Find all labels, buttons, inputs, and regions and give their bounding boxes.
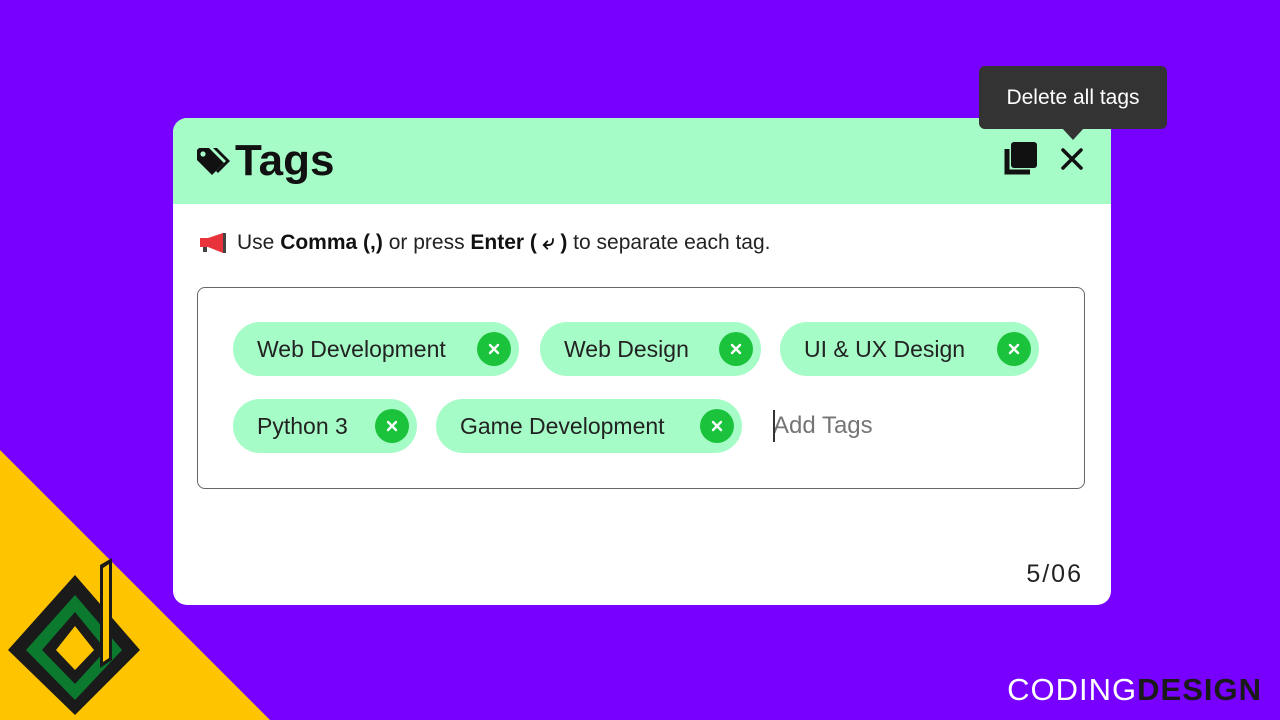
- megaphone-icon: [200, 233, 226, 253]
- delete-all-tooltip: Delete all tags: [979, 66, 1167, 129]
- tag-chip: Web Development: [233, 322, 519, 376]
- tooltip-arrow: [1062, 128, 1084, 140]
- remove-tag-icon[interactable]: [719, 332, 753, 366]
- instruction-text-3: to separate each tag.: [567, 231, 771, 254]
- close-icon[interactable]: [1059, 146, 1085, 172]
- brand-wordmark: CODINGDESIGN: [1007, 672, 1262, 708]
- card-header: Tags: [173, 118, 1111, 204]
- instruction-comma: Comma (,): [280, 231, 383, 254]
- tags-card: Tags Use Comma (,) or press Enter ( ⤶ ) …: [173, 118, 1111, 605]
- tag-label: Game Development: [460, 412, 665, 439]
- remove-tag-icon[interactable]: [997, 332, 1031, 366]
- copy-icon[interactable]: [1001, 140, 1039, 178]
- tag-input-box[interactable]: Web Development Web Design UI & UX Desig…: [197, 287, 1085, 489]
- add-tags-input[interactable]: [773, 406, 973, 446]
- brand-part-1: CODING: [1007, 672, 1138, 707]
- instruction-text-1: Use: [237, 231, 281, 254]
- instruction-enter: Enter ( ⤶ ): [470, 231, 568, 254]
- tag-chip: Game Development: [436, 399, 742, 453]
- remove-tag-icon[interactable]: [700, 409, 734, 443]
- brand-part-2: DESIGN: [1137, 672, 1262, 707]
- remove-tag-icon[interactable]: [375, 409, 409, 443]
- title-wrap: Tags: [195, 136, 334, 186]
- instructions: Use Comma (,) or press Enter ( ⤶ ) to se…: [199, 231, 770, 255]
- remove-tag-icon[interactable]: [477, 332, 511, 366]
- tag-label: Web Development: [257, 335, 446, 362]
- coding-design-logo: [8, 558, 140, 715]
- tag-chip: Web Design: [540, 322, 761, 376]
- page-title: Tags: [235, 136, 335, 185]
- header-actions: [1001, 140, 1085, 178]
- instruction-text-2: or press: [382, 231, 471, 254]
- tag-label: Python 3: [257, 412, 348, 439]
- tag-counter: 5/06: [1026, 560, 1083, 588]
- tag-label: UI & UX Design: [804, 335, 966, 362]
- tags-icon: [197, 148, 230, 175]
- text-caret: [773, 410, 775, 442]
- tag-label: Web Design: [564, 335, 689, 362]
- tag-chip: Python 3: [233, 399, 417, 453]
- tag-chip: UI & UX Design: [780, 322, 1039, 376]
